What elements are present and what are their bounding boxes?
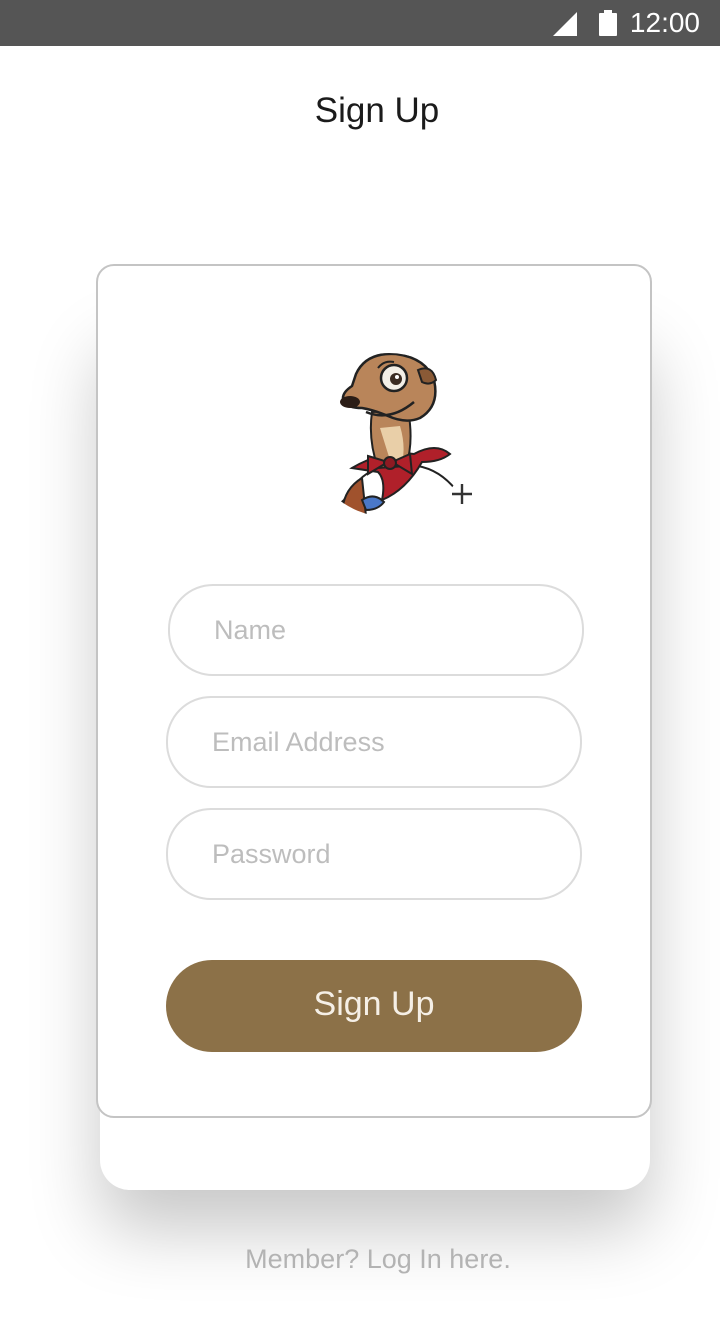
login-link[interactable]: Member? Log In here. — [0, 1242, 720, 1276]
cell-signal-icon — [553, 12, 577, 36]
email-input[interactable] — [168, 698, 580, 786]
email-field[interactable] — [166, 696, 582, 788]
plus-icon[interactable] — [450, 482, 474, 506]
password-input[interactable] — [168, 810, 580, 898]
battery-icon — [599, 10, 617, 36]
status-clock: 12:00 — [629, 7, 700, 38]
status-bar: 12:00 — [0, 0, 720, 46]
page-title: Sign Up — [314, 91, 440, 130]
name-field[interactable] — [168, 584, 584, 676]
password-field[interactable] — [166, 808, 582, 900]
meerkat-avatar[interactable] — [322, 350, 456, 516]
signup-screen: 12:00 Sign Up Name Email Address Sign Up… — [0, 0, 720, 1334]
name-input[interactable] — [170, 586, 582, 674]
signup-button[interactable]: Sign Up — [166, 960, 582, 1052]
